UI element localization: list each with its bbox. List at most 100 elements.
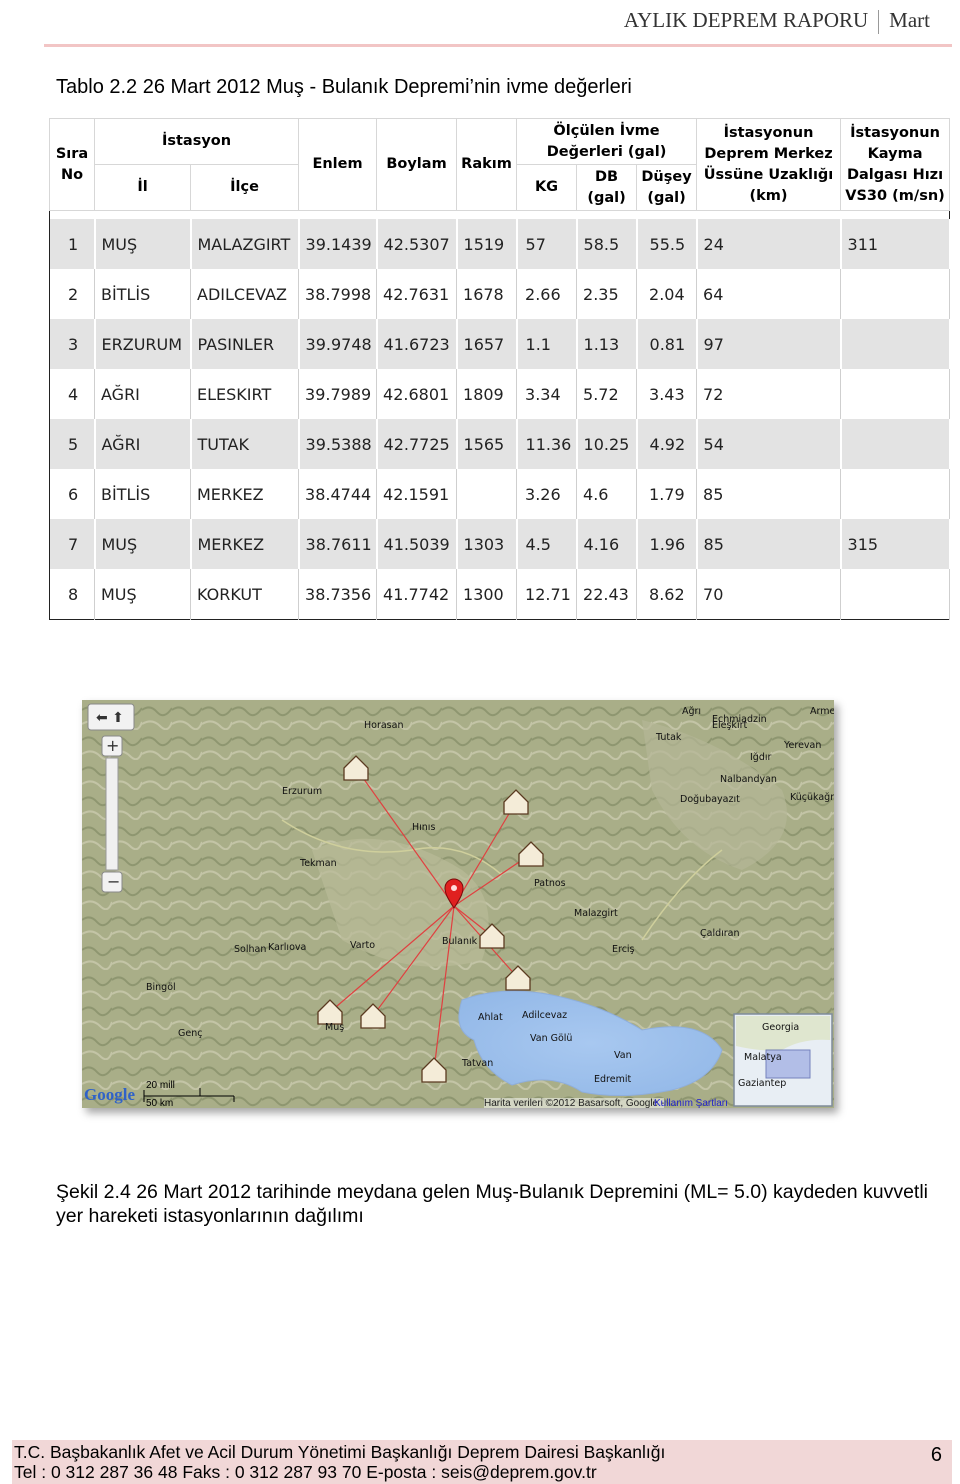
place-label: Van Gölü (530, 1033, 573, 1044)
cell-ilce: ADILCEVAZ (190, 269, 300, 319)
cell-dusey: 2.04 (636, 269, 698, 319)
place-label: Van (614, 1050, 632, 1061)
cell-ilce: ELESKIRT (190, 369, 300, 419)
cell-db: 4.16 (576, 519, 638, 569)
cell-enlem: 39.7989 (298, 369, 378, 419)
cell-boylam: 41.7742 (376, 569, 458, 620)
cell-uzaklik: 85 (696, 519, 842, 569)
page-number: 6 (930, 1444, 942, 1466)
header-olculen: Ölçülen İvme Değerleri (gal) (516, 118, 698, 165)
cell-dusey: 3.43 (636, 369, 698, 419)
cell-rakim: 1300 (456, 569, 518, 620)
place-label: Genç (178, 1028, 203, 1039)
place-label: Edremit (594, 1074, 632, 1085)
cell-sira: 6 (49, 469, 95, 519)
cell-rakim: 1565 (456, 419, 518, 469)
place-label: Ahlat (478, 1012, 503, 1023)
cell-kg: 1.1 (516, 319, 578, 369)
station-map[interactable]: ⬅ ⬆ + − 20 mill 50 km Google Harita veri… (82, 700, 834, 1108)
place-label: Horasan (364, 720, 404, 731)
cell-rakim: 1657 (456, 319, 518, 369)
cell-db: 58.5 (576, 219, 638, 269)
table-row: 7 MUŞ MERKEZ 38.7611 41.5039 1303 4.5 4.16 1.96 8… (49, 519, 951, 569)
cell-kg: 57 (516, 219, 578, 269)
cell-il: MUŞ (94, 569, 191, 620)
report-month: Mart (889, 8, 930, 32)
cell-vs30 (840, 319, 951, 369)
header-boylam: Boylam (376, 118, 458, 211)
cell-uzaklik: 24 (696, 219, 842, 269)
header-rule (44, 44, 952, 47)
cell-uzaklik: 97 (696, 319, 842, 369)
cell-vs30 (840, 269, 951, 319)
cell-db: 5.72 (576, 369, 638, 419)
figure-caption: Şekil 2.4 26 Mart 2012 tarihinde meydana… (56, 1181, 929, 1227)
cell-uzaklik: 70 (696, 569, 842, 620)
cell-uzaklik: 85 (696, 469, 842, 519)
place-label: Ağrı (682, 706, 702, 717)
table-row: 1 MUŞ MALAZGIRT 39.1439 42.5307 1519 57 58.5 55.… (49, 219, 951, 269)
cell-db: 2.35 (576, 269, 638, 319)
svg-text:⬅ ⬆: ⬅ ⬆ (96, 710, 124, 726)
place-label: Solhan (234, 944, 267, 955)
place-label: Hınıs (412, 822, 436, 833)
cell-vs30 (840, 469, 951, 519)
cell-dusey: 55.5 (636, 219, 698, 269)
cell-db: 10.25 (576, 419, 638, 469)
table-row: 5 AĞRI TUTAK 39.5388 42.7725 1565 11.36 10.25 4.… (49, 419, 951, 469)
cell-dusey: 4.92 (636, 419, 698, 469)
cell-il: BİTLİS (94, 469, 191, 519)
cell-enlem: 39.1439 (298, 219, 378, 269)
running-header: AYLIK DEPREM RAPORU Mart (624, 8, 930, 35)
cell-vs30: 315 (840, 519, 951, 569)
place-label: Bulanık (442, 936, 478, 947)
place-label: Iğdır (750, 752, 772, 763)
place-label: Çaldıran (700, 928, 740, 939)
place-label: Nalbandyan (720, 774, 777, 785)
place-label: Küçükağrı Dağı (790, 792, 834, 803)
cell-sira: 4 (49, 369, 95, 419)
cell-vs30 (840, 369, 951, 419)
cell-dusey: 1.79 (636, 469, 698, 519)
cell-kg: 3.34 (516, 369, 578, 419)
cell-boylam: 42.1591 (376, 469, 458, 519)
cell-vs30: 311 (840, 219, 951, 269)
svg-text:−: − (107, 872, 120, 891)
place-label: Echmiadzin (712, 714, 767, 725)
place-label: Erzurum (282, 786, 323, 797)
place-label: Erciş (612, 944, 635, 955)
cell-db: 1.13 (576, 319, 638, 369)
header-divider (878, 10, 880, 35)
table-body: 1 MUŞ MALAZGIRT 39.1439 42.5307 1519 57 58.5 55.… (49, 219, 951, 620)
cell-enlem: 38.7611 (298, 519, 378, 569)
cell-dusey: 1.96 (636, 519, 698, 569)
table-row: 8 MUŞ KORKUT 38.7356 41.7742 1300 12.71 22.43 8.… (49, 569, 951, 620)
cell-rakim (456, 469, 518, 519)
place-label: Patnos (534, 878, 566, 889)
cell-boylam: 41.5039 (376, 519, 458, 569)
cell-ilce: MERKEZ (190, 519, 300, 569)
header-kg: KG (516, 164, 578, 211)
cell-ilce: PASINLER (190, 319, 300, 369)
cell-sira: 1 (49, 219, 96, 269)
terms-link[interactable]: Kullanım Şartları (654, 1098, 728, 1108)
cell-rakim: 1809 (456, 369, 518, 419)
cell-boylam: 42.7725 (376, 419, 458, 469)
cell-rakim: 1678 (456, 269, 518, 319)
place-label: Varto (350, 940, 376, 951)
place-label: Armeni (810, 706, 834, 717)
cell-dusey: 8.62 (636, 569, 698, 620)
cell-kg: 11.36 (516, 419, 578, 469)
cell-enlem: 38.4744 (298, 469, 378, 519)
cell-rakim: 1303 (456, 519, 518, 569)
cell-ilce: KORKUT (190, 569, 300, 620)
map-attribution: Harita verileri ©2012 Basarsoft, Google … (484, 1098, 665, 1108)
footer-contact: Tel : 0 312 287 36 48 Faks : 0 312 287 9… (14, 1462, 597, 1482)
cell-db: 4.6 (576, 469, 638, 519)
cell-db: 22.43 (576, 569, 638, 620)
cell-enlem: 39.5388 (298, 419, 378, 469)
scale-km: 50 km (146, 1098, 174, 1108)
place-label: Yerevan (784, 740, 822, 751)
cell-sira: 8 (49, 569, 95, 620)
cell-il: AĞRI (94, 369, 191, 419)
